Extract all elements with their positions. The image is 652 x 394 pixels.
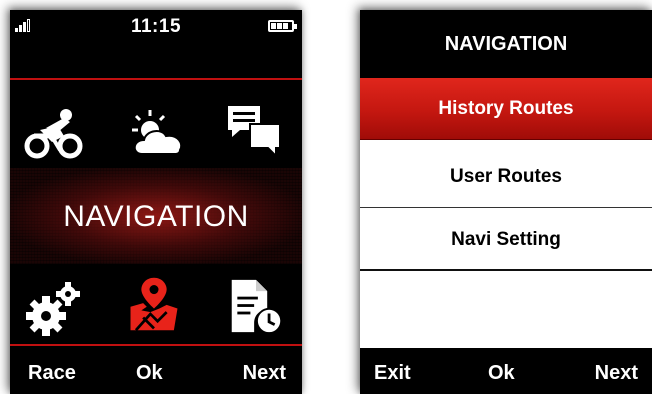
cyclist-icon[interactable] <box>24 106 84 162</box>
menu-item-history-routes[interactable]: History Routes <box>360 78 652 140</box>
exit-softkey[interactable]: Exit <box>374 362 411 385</box>
messages-icon[interactable] <box>226 104 286 160</box>
menu-item-navi-setting[interactable]: Navi Setting <box>360 209 652 271</box>
ok-softkey[interactable]: Ok <box>136 362 163 385</box>
softkey-bar: Race Ok Next <box>10 350 302 394</box>
ok-softkey[interactable]: Ok <box>488 362 515 385</box>
history-file-icon[interactable] <box>226 278 286 334</box>
navigation-menu-list: History Routes User Routes Navi Setting <box>360 78 652 348</box>
clock: 11:15 <box>130 16 182 37</box>
menu-item-user-routes[interactable]: User Routes <box>360 146 652 208</box>
status-bar: 11:15 <box>10 10 302 44</box>
race-softkey[interactable]: Race <box>28 362 76 385</box>
main-menu-screen: 11:15 NAVIGATION Race Ok Next <box>10 10 302 394</box>
next-softkey[interactable]: Next <box>595 362 638 385</box>
page-title: NAVIGATION <box>360 10 652 74</box>
settings-icon[interactable] <box>24 282 84 338</box>
divider-top <box>10 78 302 80</box>
navigation-menu-screen: NAVIGATION History Routes User Routes Na… <box>360 10 652 394</box>
next-softkey[interactable]: Next <box>243 362 286 385</box>
divider-bottom <box>10 344 302 346</box>
softkey-bar: Exit Ok Next <box>360 350 652 394</box>
map-navigation-icon[interactable] <box>124 276 184 332</box>
menu-title: NAVIGATION <box>63 200 249 233</box>
menu-empty-area <box>360 276 652 348</box>
battery-icon <box>268 20 297 32</box>
weather-icon[interactable] <box>128 106 188 162</box>
